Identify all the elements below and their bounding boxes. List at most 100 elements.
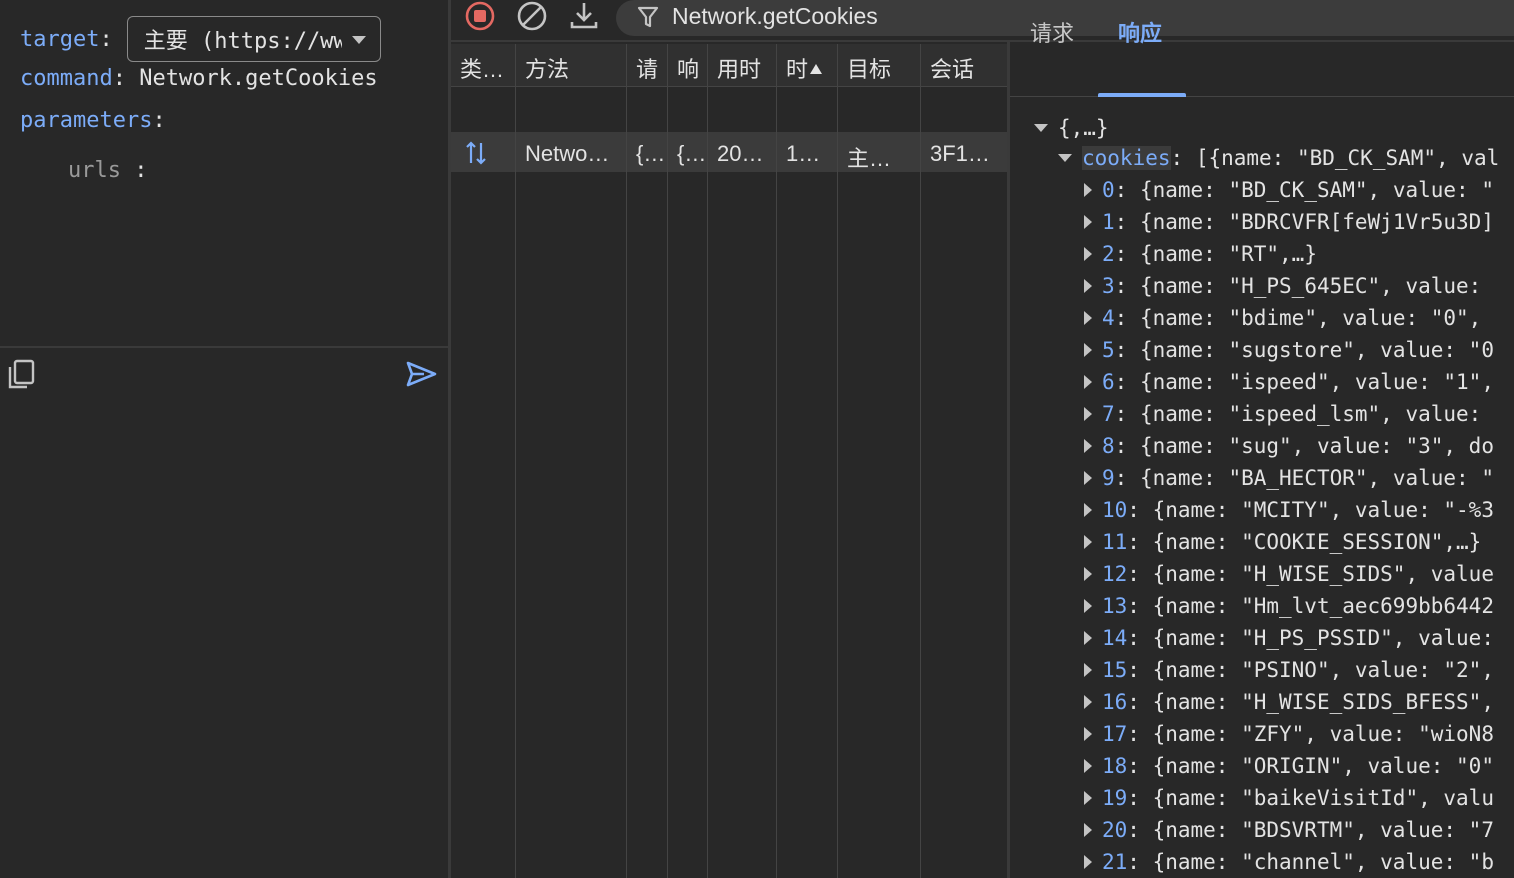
command-row[interactable]: command: Network.getCookies	[20, 66, 378, 91]
json-tree: {,…} cookies: [{name: "BD_CK_SAM", val 0…	[1030, 112, 1514, 878]
tree-item[interactable]: 10: {name: "MCITY", value: "-%3	[1084, 494, 1494, 526]
expand-right-icon[interactable]	[1084, 823, 1092, 837]
tree-item[interactable]: 14: {name: "H_PS_PSSID", value:	[1084, 622, 1494, 654]
expand-right-icon[interactable]	[1084, 183, 1092, 197]
expand-right-icon[interactable]	[1084, 631, 1092, 645]
tab-request[interactable]: 请求	[1030, 16, 1074, 48]
tree-item[interactable]: 11: {name: "COOKIE_SESSION",…}	[1084, 526, 1481, 558]
tree-item-index: 7	[1102, 402, 1115, 426]
tree-item-value: {name: "ZFY", value: "wioN8	[1152, 722, 1494, 746]
tab-response[interactable]: 响应	[1118, 16, 1162, 48]
expand-right-icon[interactable]	[1084, 215, 1092, 229]
column-divider[interactable]	[920, 44, 921, 878]
tree-item-index: 20	[1102, 818, 1128, 842]
col-header-session[interactable]: 会话	[930, 52, 974, 84]
target-label: target	[20, 26, 100, 52]
tree-item[interactable]: 1: {name: "BDRCVFR[feWj1Vr5u3D]	[1084, 206, 1494, 238]
tree-root[interactable]: {,…}	[1034, 112, 1109, 144]
expand-down-icon[interactable]	[1034, 124, 1048, 132]
tree-item-index: 3	[1102, 274, 1115, 298]
column-divider[interactable]	[626, 44, 627, 878]
col-header-request[interactable]: 请	[636, 52, 658, 84]
clear-icon[interactable]	[514, 0, 550, 34]
expand-right-icon[interactable]	[1084, 311, 1092, 325]
target-select[interactable]: 主要 (https://ww	[126, 16, 381, 62]
expand-right-icon[interactable]	[1084, 663, 1092, 677]
tree-item[interactable]: 19: {name: "baikeVisitId", valu	[1084, 782, 1494, 814]
expand-right-icon[interactable]	[1084, 279, 1092, 293]
tree-item[interactable]: 13: {name: "Hm_lvt_aec699bb6442	[1084, 590, 1494, 622]
tree-root-label: {,…}	[1058, 116, 1109, 140]
tree-item[interactable]: 16: {name: "H_WISE_SIDS_BFESS",	[1084, 686, 1494, 718]
copy-icon[interactable]	[6, 358, 38, 390]
expand-right-icon[interactable]	[1084, 503, 1092, 517]
expand-right-icon[interactable]	[1084, 343, 1092, 357]
column-divider[interactable]	[515, 44, 516, 878]
details-tabs	[1010, 42, 1514, 97]
stop-recording-icon[interactable]	[462, 0, 498, 34]
send-icon[interactable]	[404, 358, 438, 390]
column-divider[interactable]	[837, 44, 838, 878]
expand-right-icon[interactable]	[1084, 471, 1092, 485]
tree-item[interactable]: 9: {name: "BA_HECTOR", value: "	[1084, 462, 1494, 494]
tree-item-index: 9	[1102, 466, 1115, 490]
tree-item[interactable]: 12: {name: "H_WISE_SIDS", value	[1084, 558, 1494, 590]
expand-right-icon[interactable]	[1084, 567, 1092, 581]
tree-item[interactable]: 17: {name: "ZFY", value: "wioN8	[1084, 718, 1494, 750]
tree-item[interactable]: 2: {name: "RT",…}	[1084, 238, 1317, 270]
col-header-method[interactable]: 方法	[525, 52, 569, 84]
col-header-type[interactable]: 类…	[460, 52, 504, 84]
tree-node-cookies[interactable]: cookies: [{name: "BD_CK_SAM", val	[1058, 142, 1499, 174]
col-header-timestamp[interactable]: 时	[786, 52, 823, 84]
tree-item[interactable]: 18: {name: "ORIGIN", value: "0"	[1084, 750, 1494, 782]
download-icon[interactable]	[566, 0, 602, 34]
expand-right-icon[interactable]	[1084, 407, 1092, 421]
tree-item[interactable]: 8: {name: "sug", value: "3", do	[1084, 430, 1494, 462]
expand-right-icon[interactable]	[1084, 727, 1092, 741]
command-value[interactable]: Network.getCookies	[139, 66, 377, 91]
expand-right-icon[interactable]	[1084, 439, 1092, 453]
expand-right-icon[interactable]	[1084, 855, 1092, 869]
expand-right-icon[interactable]	[1084, 599, 1092, 613]
expand-right-icon[interactable]	[1084, 791, 1092, 805]
parameters-label: parameters	[20, 108, 153, 133]
tree-item-value: {name: "ispeed", value: "1",	[1139, 370, 1494, 394]
tree-item[interactable]: 7: {name: "ispeed_lsm", value:	[1084, 398, 1481, 430]
tree-item[interactable]: 20: {name: "BDSVRTM", value: "7	[1084, 814, 1494, 846]
col-header-elapsed[interactable]: 用时	[717, 52, 761, 84]
tree-item[interactable]: 6: {name: "ispeed", value: "1",	[1084, 366, 1494, 398]
tree-item-value: {name: "PSINO", value: "2",	[1152, 658, 1494, 682]
expand-right-icon[interactable]	[1084, 247, 1092, 261]
tree-item-index: 11	[1102, 530, 1128, 554]
tree-item-index: 12	[1102, 562, 1128, 586]
tree-item[interactable]: 21: {name: "channel", value: "b	[1084, 846, 1494, 878]
tree-item-index: 15	[1102, 658, 1128, 682]
column-divider[interactable]	[707, 44, 708, 878]
command-colon: :	[112, 66, 126, 91]
expand-right-icon[interactable]	[1084, 695, 1092, 709]
col-header-target[interactable]: 目标	[847, 52, 891, 84]
tree-item[interactable]: 5: {name: "sugstore", value: "0	[1084, 334, 1494, 366]
filter-input-value[interactable]: Network.getCookies	[672, 3, 878, 30]
tree-item-value: {name: "MCITY", value: "-%3	[1152, 498, 1494, 522]
filter-icon	[636, 4, 660, 30]
expand-right-icon[interactable]	[1084, 759, 1092, 773]
tree-item[interactable]: 3: {name: "H_PS_645EC", value:	[1084, 270, 1481, 302]
target-colon: :	[99, 26, 113, 52]
column-divider[interactable]	[776, 44, 777, 878]
tree-item[interactable]: 4: {name: "bdime", value: "0",	[1084, 302, 1481, 334]
tree-item[interactable]: 15: {name: "PSINO", value: "2",	[1084, 654, 1494, 686]
urls-param-row[interactable]: urls :	[68, 158, 147, 183]
col-header-response[interactable]: 响	[677, 52, 699, 84]
tree-item-index: 18	[1102, 754, 1128, 778]
message-grid: 类… 方法 请 响 用时 时 目标 会话 Netwo… {… {… 20… 1……	[451, 44, 1007, 878]
tree-item-value: {name: "BDRCVFR[feWj1Vr5u3D]	[1139, 210, 1494, 234]
tree-item[interactable]: 0: {name: "BD_CK_SAM", value: "	[1084, 174, 1494, 206]
active-tab-indicator	[1098, 93, 1186, 97]
expand-right-icon[interactable]	[1084, 535, 1092, 549]
expand-down-icon[interactable]	[1058, 154, 1072, 162]
expand-right-icon[interactable]	[1084, 375, 1092, 389]
column-divider[interactable]	[667, 44, 668, 878]
sort-ascending-icon	[810, 64, 823, 75]
parameters-row: parameters:	[20, 108, 166, 133]
